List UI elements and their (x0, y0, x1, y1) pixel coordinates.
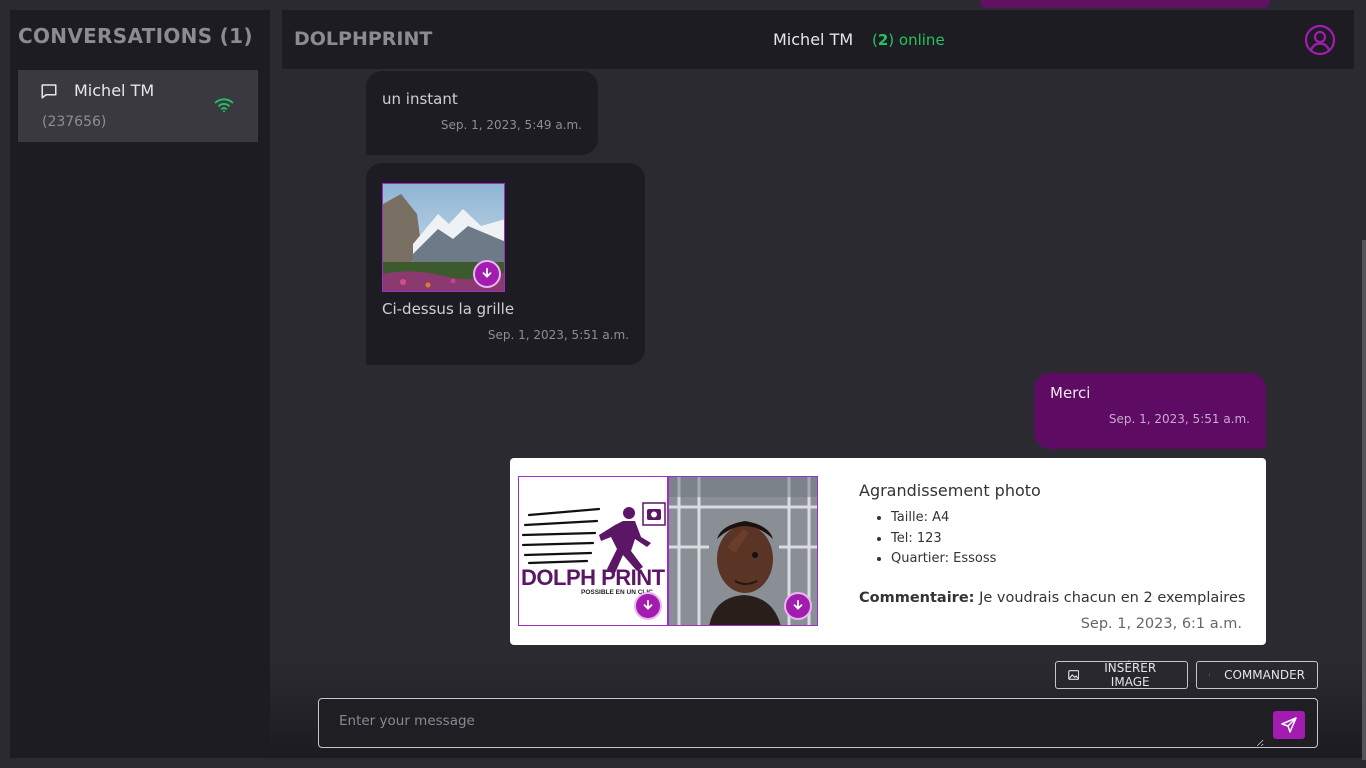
order-detail-phone: Tel: 123 (891, 529, 996, 550)
message-text: Ci-dessus la grille (382, 300, 515, 318)
order-card: DOLPH PRINT POSSIBLE EN UN CLIC Agrandis… (510, 458, 1266, 645)
order-button[interactable]: COMMANDER (1196, 661, 1318, 689)
order-comment: Commentaire: Je voudrais chacun en 2 exe… (859, 590, 1245, 606)
conversations-sidebar: CONVERSATIONS (1) Michel TM (237656) (10, 10, 270, 758)
message-text: Merci (1050, 384, 1091, 402)
message-timestamp: Sep. 1, 2023, 5:49 a.m. (440, 118, 582, 132)
conversation-item-michel-tm[interactable]: Michel TM (237656) (18, 70, 258, 142)
header-glow (980, 0, 1270, 8)
logo-text: DOLPH PRINT (521, 565, 665, 590)
conversation-id: (237656) (42, 114, 107, 130)
download-button[interactable] (473, 260, 501, 288)
order-image-photo[interactable] (668, 476, 818, 626)
chat-header: DOLPHPRINT Michel TM (2) online (282, 10, 1354, 69)
image-icon (1068, 670, 1080, 680)
insert-image-label: INSÉRER IMAGE (1104, 661, 1157, 689)
message-timestamp: Sep. 1, 2023, 5:51 a.m. (487, 328, 629, 342)
order-detail-size: Taille: A4 (891, 508, 996, 529)
message-bubble: un instant Sep. 1, 2023, 5:49 a.m. (366, 71, 598, 155)
message-composer (318, 698, 1318, 748)
conversation-name: Michel TM (74, 81, 155, 100)
message-text: un instant (382, 90, 458, 108)
download-icon (643, 599, 653, 610)
message-image[interactable] (382, 183, 505, 292)
order-detail-district: Quartier: Essoss (891, 549, 996, 570)
message-timestamp: Sep. 1, 2023, 5:51 a.m. (1108, 412, 1250, 426)
messages-scrollbar[interactable] (1362, 240, 1366, 760)
online-count: 2 (877, 31, 889, 49)
order-timestamp: Sep. 1, 2023, 6:1 a.m. (1080, 616, 1242, 632)
order-details-list: Taille: A4 Tel: 123 Quartier: Essoss (891, 508, 996, 570)
order-button-label: COMMANDER (1224, 668, 1305, 682)
download-button[interactable] (634, 592, 662, 620)
send-button[interactable] (1273, 711, 1305, 739)
order-image-logo[interactable]: DOLPH PRINT POSSIBLE EN UN CLIC (518, 476, 668, 626)
message-input[interactable] (319, 699, 1264, 747)
comment-label: Commentaire: (859, 590, 975, 606)
comment-text: Je voudrais chacun en 2 exemplaires (979, 590, 1246, 606)
send-icon (1281, 717, 1297, 733)
chat-bubble-icon (41, 84, 57, 99)
download-icon (793, 599, 803, 610)
download-icon (482, 267, 492, 278)
user-circle-icon[interactable] (1304, 24, 1336, 56)
brand-name: DOLPHPRINT (294, 28, 433, 50)
order-title: Agrandissement photo (859, 481, 1041, 500)
cart-icon (1209, 674, 1211, 676)
download-button[interactable] (784, 592, 812, 620)
insert-image-button[interactable]: INSÉRER IMAGE (1055, 661, 1188, 689)
wifi-icon (214, 98, 234, 113)
sidebar-title: CONVERSATIONS (1) (18, 24, 253, 48)
message-bubble: Ci-dessus la grille Sep. 1, 2023, 5:51 a… (366, 163, 645, 365)
message-bubble-sent: Merci Sep. 1, 2023, 5:51 a.m. (1034, 373, 1266, 449)
online-status: (2) online (872, 31, 945, 49)
peer-name: Michel TM (773, 30, 854, 49)
